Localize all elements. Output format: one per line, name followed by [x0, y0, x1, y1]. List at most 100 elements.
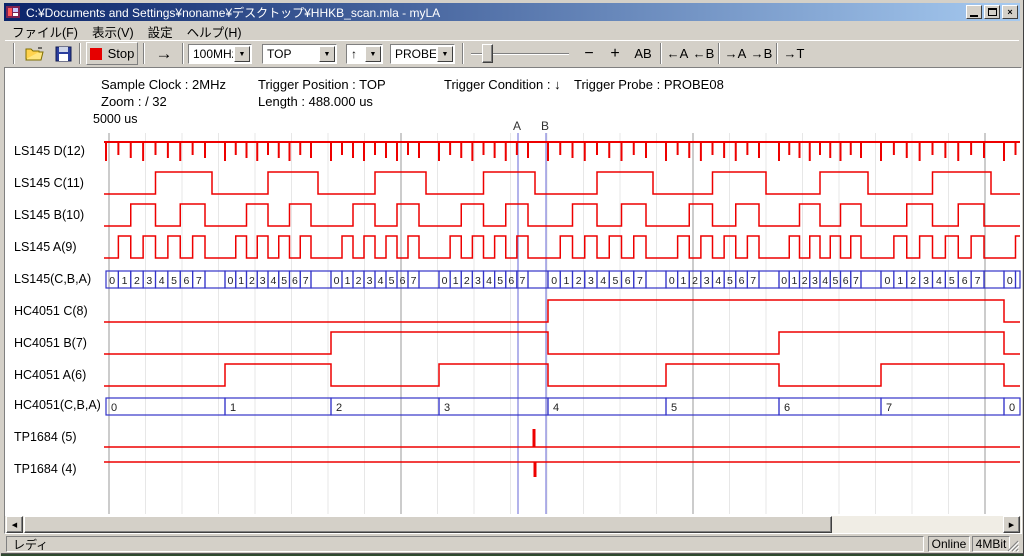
status-memory-badge: 4MBit: [972, 536, 1010, 552]
bus-cell: [861, 271, 881, 288]
bus-cell: [984, 271, 1004, 288]
bus-value: 7: [637, 275, 643, 287]
status-ready: レディ: [6, 536, 924, 552]
bus-value: 4: [822, 275, 828, 287]
resize-grip-icon[interactable]: [1007, 540, 1019, 552]
bus-cell: [666, 398, 779, 415]
bus-value: 7: [853, 275, 859, 287]
bus-cell: [1016, 271, 1021, 288]
bus-cell: [419, 271, 439, 288]
bus-value: 4: [270, 275, 276, 287]
bus-value: 5: [281, 275, 287, 287]
status-online-badge: Online: [928, 536, 970, 552]
bus-value: 7: [750, 275, 756, 287]
waveform-plot[interactable]: 0123456701234567012345670123456701234567…: [1, 0, 1024, 556]
bus-value: 3: [475, 275, 481, 287]
bus-value: 7: [303, 275, 309, 287]
bus-value: 4: [486, 275, 492, 287]
bus-value: 2: [576, 275, 582, 287]
bus-value: 2: [356, 275, 362, 287]
bus-value: 6: [508, 275, 514, 287]
bus-value: 5: [832, 275, 838, 287]
bus-value: 0: [885, 275, 891, 287]
bus-value: 0: [669, 275, 675, 287]
statusbar: レディ Online 4MBit: [4, 535, 1020, 553]
bus-value: 4: [159, 275, 165, 287]
bus-value: 6: [843, 275, 849, 287]
waveform-trace: [104, 204, 1020, 226]
bus-value: 3: [704, 275, 710, 287]
bus-value: 2: [134, 275, 140, 287]
bus-cell: [528, 271, 548, 288]
waveform-trace: [104, 172, 1020, 194]
bus-value: 5: [949, 275, 955, 287]
bus-value: 2: [802, 275, 808, 287]
bus-value: 5: [671, 402, 677, 414]
bus-cell: [331, 398, 439, 415]
bus-value: 2: [910, 275, 916, 287]
bus-value: 6: [184, 275, 190, 287]
bus-cell: [205, 271, 225, 288]
waveform-trace: [104, 332, 1020, 354]
bus-value: 1: [453, 275, 459, 287]
bus-value: 5: [497, 275, 503, 287]
bus-value: 6: [625, 275, 631, 287]
waveform-trace: [104, 364, 1020, 386]
bus-value: 0: [442, 275, 448, 287]
bus-value: 1: [897, 275, 903, 287]
bus-cell: [225, 398, 331, 415]
app-window: C:¥Documents and Settings¥noname¥デスクトップ¥…: [0, 0, 1024, 556]
bus-value: 0: [227, 275, 233, 287]
bus-value: 7: [975, 275, 981, 287]
bus-value: 2: [336, 402, 342, 414]
bus-value: 3: [146, 275, 152, 287]
bus-value: 4: [715, 275, 721, 287]
bus-value: 6: [400, 275, 406, 287]
bus-value: 5: [171, 275, 177, 287]
bus-value: 3: [260, 275, 266, 287]
bus-value: 6: [962, 275, 968, 287]
bus-cell: [881, 398, 1004, 415]
bus-value: 0: [109, 275, 115, 287]
bus-value: 5: [727, 275, 733, 287]
bus-value: 1: [345, 275, 351, 287]
bus-cell: [106, 398, 225, 415]
bus-cell: [439, 398, 548, 415]
bus-value: 3: [812, 275, 818, 287]
bus-value: 5: [612, 275, 618, 287]
bus-value: 1: [230, 402, 236, 414]
bus-value: 6: [739, 275, 745, 287]
bus-value: 0: [781, 275, 787, 287]
bus-value: 1: [563, 275, 569, 287]
bus-cell: [779, 398, 881, 415]
bus-value: 0: [334, 275, 340, 287]
bus-value: 4: [936, 275, 942, 287]
bus-value: 7: [520, 275, 526, 287]
bus-value: 0: [1007, 275, 1013, 287]
bus-cell: [548, 398, 666, 415]
bus-value: 4: [378, 275, 384, 287]
waveform-trace: [104, 236, 1020, 258]
bus-value: 0: [551, 275, 557, 287]
bus-value: 7: [411, 275, 417, 287]
bus-cell: [759, 271, 779, 288]
bus-value: 4: [600, 275, 606, 287]
bus-value: 1: [791, 275, 797, 287]
bus-value: 3: [444, 402, 450, 414]
waveform-trace: [104, 300, 1020, 322]
bus-value: 1: [238, 275, 244, 287]
bus-value: 2: [464, 275, 470, 287]
bus-value: 5: [389, 275, 395, 287]
bus-value: 3: [588, 275, 594, 287]
bus-value: 7: [196, 275, 202, 287]
bus-value: 2: [249, 275, 255, 287]
bus-value: 0: [1009, 402, 1015, 414]
bus-value: 1: [122, 275, 128, 287]
bus-value: 7: [886, 402, 892, 414]
bus-value: 3: [923, 275, 929, 287]
bus-value: 0: [111, 402, 117, 414]
bus-value: 2: [692, 275, 698, 287]
bus-value: 3: [367, 275, 373, 287]
bus-value: 4: [553, 402, 559, 414]
bus-value: 6: [292, 275, 298, 287]
